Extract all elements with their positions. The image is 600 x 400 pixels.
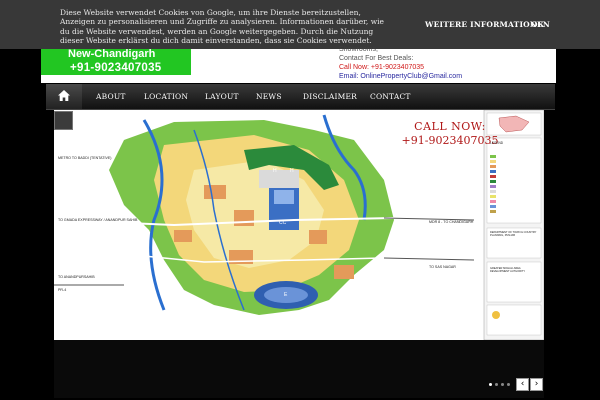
brand-box[interactable]: New-Chandigarh +91-9023407035 (41, 48, 191, 75)
legend-authority: GREATER MOHALI AREA DEVELOPMENT AUTHORIT… (490, 267, 526, 273)
map-label-chandigarh: MDR 8 - TO CHANDIGARH (429, 220, 474, 224)
zone-mark: H (273, 168, 277, 174)
cookie-banner: Diese Website verwendet Cookies von Goog… (0, 0, 600, 49)
chevron-right-icon: › (534, 379, 539, 389)
map-label-metro: METRO TO BADDI (TENTATIVE) (58, 156, 112, 160)
slideshow[interactable]: CALL NOW: +91-9023407035 METRO TO BADDI … (54, 110, 544, 340)
brand-title: New-Chandigarh (68, 48, 156, 60)
nav-home[interactable] (46, 84, 82, 109)
map-label-anandpur: TO ANANDPURSAHIB (58, 275, 95, 279)
cookie-text: Diese Website verwendet Cookies von Goog… (60, 8, 384, 46)
site-header: New-Chandigarh +91-9023407035 Showrooms,… (41, 46, 556, 83)
contact-email[interactable]: Email: OnlinePropertyClub@Gmail.com (339, 72, 462, 81)
nav-item-disclaimer[interactable]: DISCLAIMER (303, 92, 357, 101)
contact-call[interactable]: Call Now: +91-9023407035 (339, 63, 462, 72)
map-label-kharar: TO GMADA EXPRESSWAY / ANANDPUR SAHIB (58, 218, 138, 222)
zone-mark: CC (279, 220, 287, 226)
slide-dot-1[interactable] (489, 383, 492, 386)
slide-caption-area (54, 340, 544, 398)
call-now-phone: +91-9023407035 (401, 134, 499, 147)
call-now-label: CALL NOW: (414, 120, 486, 133)
next-slide-button[interactable]: › (530, 378, 543, 391)
nav-item-contact[interactable]: CONTACT (370, 92, 411, 101)
zone-mark: H (290, 168, 294, 174)
nav-item-location[interactable]: LOCATION (144, 92, 188, 101)
slide-dot-4[interactable] (507, 383, 510, 386)
brand-phone: +91-9023407035 (70, 62, 162, 74)
main-nav: ABOUT LOCATION LAYOUT NEWS DISCLAIMER CO… (46, 84, 555, 110)
nav-item-about[interactable]: ABOUT (96, 92, 126, 101)
cookie-ok-button[interactable]: OK (531, 20, 544, 29)
slide-dot-2[interactable] (495, 383, 498, 386)
nav-item-layout[interactable]: LAYOUT (205, 92, 239, 101)
slide-thumbnail[interactable] (54, 111, 73, 130)
map-label-sas-nagar: TO SAS NAGAR (429, 265, 456, 269)
slide-dot-3[interactable] (501, 383, 504, 386)
chevron-left-icon: ‹ (520, 379, 525, 389)
contact-info: Showrooms, Contact For Best Deals: Call … (339, 45, 462, 81)
map-label-pr4: PR-4 (58, 288, 67, 292)
contact-line2: Contact For Best Deals: (339, 55, 414, 62)
prev-slide-button[interactable]: ‹ (516, 378, 529, 391)
call-now-banner: CALL NOW: +91-9023407035 (397, 120, 503, 147)
zone-mark: E (284, 292, 288, 298)
legend-department: DEPARTMENT OF TOWN & COUNTRY PLANNING, P… (490, 231, 537, 237)
home-icon (58, 90, 70, 101)
legend-title: LEGEND (490, 141, 504, 145)
nav-item-news[interactable]: NEWS (256, 92, 282, 101)
